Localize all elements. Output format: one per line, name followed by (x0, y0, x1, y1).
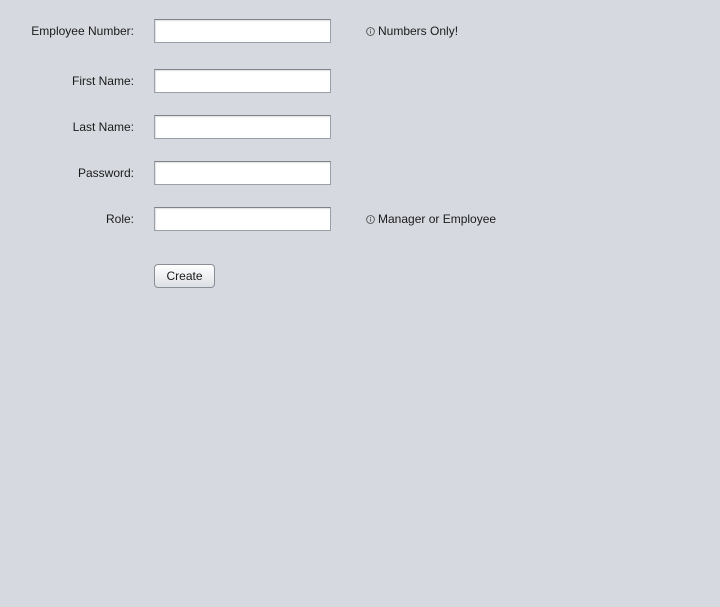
role-field[interactable] (154, 207, 331, 231)
employee-number-hint: Numbers Only! (366, 19, 458, 43)
last-name-label: Last Name: (72, 120, 134, 134)
role-hint: Manager or Employee (366, 207, 496, 231)
first-name-label: First Name: (71, 74, 134, 88)
info-icon (366, 214, 375, 224)
first-name-field[interactable] (154, 69, 331, 93)
password-field[interactable] (154, 161, 331, 185)
info-icon (366, 26, 375, 36)
employee-number-field[interactable] (154, 19, 331, 43)
role-hint-text: Manager or Employee (378, 212, 497, 226)
create-employee-form: Employee Number: Numbers Only! First Nam… (0, 0, 720, 607)
employee-number-label: Employee Number: (31, 24, 134, 38)
create-button[interactable]: Create (154, 264, 215, 288)
last-name-field[interactable] (154, 115, 331, 139)
password-label: Password: (77, 166, 134, 180)
role-label: Role: (105, 212, 134, 226)
employee-number-hint-text: Numbers Only! (378, 24, 459, 38)
